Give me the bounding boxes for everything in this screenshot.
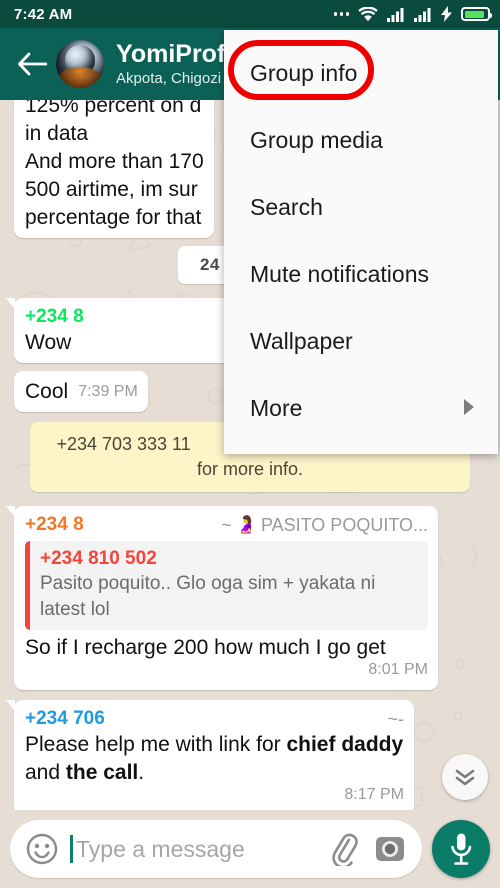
message-timestamp: 7:39 PM <box>78 383 138 400</box>
quoted-sender-label: +234 810 502 <box>40 548 157 569</box>
text-cursor <box>70 835 73 863</box>
message-bubble-reply[interactable]: +234 8 ~ 🤰 PASITO POQUITO... +234 810 50… <box>6 506 438 690</box>
push-name: ~ 🤰 PASITO POQUITO... <box>207 513 428 537</box>
text-part-2: and <box>25 761 66 784</box>
search-input[interactable]: Type a message <box>76 836 326 863</box>
sender-name: +234 8 <box>25 306 84 327</box>
clipped-line-0: 125% percent on d <box>25 100 202 117</box>
message-bubble-cool[interactable]: Cool 7:39 PM <box>14 371 148 412</box>
security-notice-number: +234 703 333 11 <box>56 434 191 454</box>
message-bubble-last[interactable]: +234 706 ~- Please help me with link for… <box>6 700 414 810</box>
sender-line: +234 706 ~- <box>25 707 404 731</box>
menu-item-mute-notifications[interactable]: Mute notifications <box>224 241 498 308</box>
emoji-smiley-icon[interactable] <box>26 833 58 865</box>
signal-bars-icon-1 <box>387 7 404 22</box>
voice-record-button[interactable] <box>432 820 490 878</box>
menu-item-label: Group media <box>250 127 383 153</box>
message-bubble-clipped[interactable]: 125% percent on d in data And more than … <box>14 100 214 238</box>
clipped-line-1: in data <box>25 122 89 145</box>
paperclip-icon[interactable] <box>326 832 360 866</box>
microphone-icon <box>451 833 472 865</box>
quoted-text: Pasito poquito.. Glo oga sim + yakata ni… <box>40 573 376 620</box>
message-input-container[interactable]: Type a message <box>10 820 422 878</box>
status-bar-icons <box>333 6 492 22</box>
sender-line: +234 8 ~ 🤰 PASITO POQUITO... <box>25 513 428 537</box>
menu-item-label: More <box>250 395 303 421</box>
wifi-icon <box>358 6 378 21</box>
text-part-1: chief daddy <box>286 733 404 756</box>
text-part-4: . <box>138 761 145 784</box>
submenu-arrow-icon <box>462 395 476 422</box>
menu-item-more[interactable]: More <box>224 375 498 442</box>
menu-item-group-info[interactable]: Group info <box>224 40 498 107</box>
back-arrow-icon <box>18 52 47 76</box>
text-part-3: the call <box>65 761 139 784</box>
charging-bolt-icon <box>441 6 452 22</box>
double-chevron-down-icon <box>455 769 475 786</box>
message-text: Please help me with link for chief daddy… <box>25 731 404 787</box>
menu-item-label: Group info <box>250 60 358 86</box>
menu-item-label: Mute notifications <box>250 261 429 287</box>
avatar[interactable] <box>56 40 104 88</box>
whatsapp-chat-screen: 7:42 AM YomiProf.c Akpota, Chigozi 125% … <box>0 0 500 888</box>
clipped-line-2: And more than 170 <box>25 150 204 173</box>
scroll-to-bottom-button[interactable] <box>442 754 488 800</box>
message-row: +234 706 ~- Please help me with link for… <box>0 700 500 810</box>
clipped-line-3: 500 airtime, im sur <box>25 178 198 201</box>
message-input-bar: Type a message <box>0 810 500 888</box>
sender-name: +234 706 <box>25 708 105 729</box>
message-text: Cool <box>25 380 69 403</box>
camera-icon[interactable] <box>374 833 406 865</box>
status-bar: 7:42 AM <box>0 0 500 28</box>
push-name-label: PASITO POQUITO... <box>260 515 428 535</box>
text-part-0: Please help me with link for <box>25 733 287 756</box>
more-dots-icon <box>333 12 349 16</box>
pregnant-woman-emoji-icon: 🤰 <box>235 515 257 534</box>
menu-item-label: Search <box>250 194 323 220</box>
quoted-message[interactable]: +234 810 502 Pasito poquito.. Glo oga si… <box>25 541 428 630</box>
overflow-menu[interactable]: Group info Group media Search Mute notif… <box>224 30 498 454</box>
menu-item-wallpaper[interactable]: Wallpaper <box>224 308 498 375</box>
quoted-sender: +234 810 502 <box>40 546 418 571</box>
menu-item-group-media[interactable]: Group media <box>224 107 498 174</box>
sender-name: +234 8 <box>25 514 84 535</box>
menu-item-search[interactable]: Search <box>224 174 498 241</box>
push-name: ~- <box>387 709 404 729</box>
clipped-line-4: percentage for that <box>25 206 202 229</box>
back-button[interactable] <box>10 42 54 86</box>
status-bar-clock: 7:42 AM <box>14 5 73 23</box>
menu-item-label: Wallpaper <box>250 328 353 354</box>
message-row: +234 8 ~ 🤰 PASITO POQUITO... +234 810 50… <box>0 506 500 690</box>
signal-bars-icon-2 <box>414 7 431 22</box>
tilde-prefix: ~ <box>221 515 232 535</box>
battery-icon <box>461 7 492 21</box>
